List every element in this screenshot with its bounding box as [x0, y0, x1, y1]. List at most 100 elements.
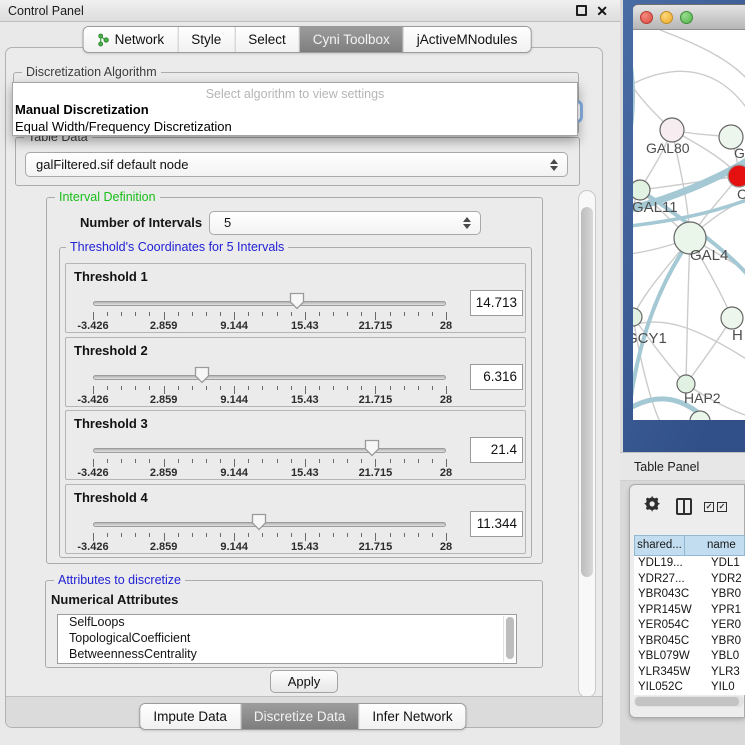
slider-thumb[interactable] [194, 366, 210, 384]
column-selector-icon[interactable] [676, 498, 692, 515]
table-row[interactable]: YPR145WYPR1 [634, 603, 745, 619]
minimize-traffic-light-icon[interactable] [660, 11, 673, 24]
node-gal80[interactable] [660, 118, 684, 142]
attribute-item[interactable]: BetweennessCentrality [58, 647, 516, 663]
table-row[interactable]: YBL079WYBL0 [634, 649, 745, 665]
number-of-intervals-combobox[interactable]: 5 [209, 211, 481, 235]
threshold-value-field[interactable]: 14.713 [470, 290, 523, 316]
tick-label: 2.859 [150, 394, 178, 406]
table-horizontal-scrollbar[interactable] [634, 696, 744, 707]
table-horizontal-scrollbar-thumb[interactable] [635, 697, 739, 706]
node-bottom-partial[interactable] [690, 411, 710, 420]
table-row[interactable]: YBR045CYBR0 [634, 634, 745, 650]
threshold-panel-3: Threshold 3-3.4262.8599.14415.4321.71528… [65, 410, 526, 480]
tick-mark [248, 386, 249, 390]
column-header-name[interactable]: name [685, 535, 745, 556]
gear-icon[interactable] [644, 496, 662, 514]
attribute-item[interactable]: TopologicalCoefficient [58, 631, 516, 647]
close-traffic-light-icon[interactable] [640, 11, 653, 24]
node-red-selected[interactable] [728, 165, 745, 187]
tick-mark [206, 533, 207, 537]
algorithm-option-equal-width[interactable]: Equal Width/Frequency Discretization [15, 119, 232, 134]
tick-mark [291, 312, 292, 316]
tab-impute-data[interactable]: Impute Data [140, 704, 240, 729]
tab-label: Infer Network [372, 704, 452, 729]
panel-scrollbar[interactable] [578, 190, 596, 698]
tick-label: 21.715 [359, 541, 393, 553]
column-header-shared-name[interactable]: shared... [634, 535, 685, 556]
tab-jactivemnodules[interactable]: jActiveMNodules [403, 27, 531, 52]
table-row[interactable]: YLR345WYLR3 [634, 665, 745, 681]
tick-label: -3.426 [77, 541, 108, 553]
tick-mark [220, 533, 221, 537]
tab-style[interactable]: Style [177, 27, 234, 52]
attribute-item[interactable]: SelfLoops [58, 615, 516, 631]
panel-scrollbar-thumb[interactable] [581, 207, 593, 577]
slider-track[interactable] [93, 448, 446, 453]
table-row[interactable]: YDR27...YDR2 [634, 572, 745, 588]
thresholds-group-title: Threshold's Coordinates for 5 Intervals [66, 240, 288, 254]
tick-mark [305, 386, 306, 394]
tick-mark [432, 312, 433, 316]
table-data-combobox[interactable]: galFiltered.sif default node [25, 152, 568, 177]
tab-select[interactable]: Select [234, 27, 299, 52]
table-row[interactable]: YBR043CYBR0 [634, 587, 745, 603]
slider-track[interactable] [93, 375, 446, 380]
slider-thumb[interactable] [289, 292, 305, 310]
checkbox-icon[interactable]: ✓ [704, 502, 714, 512]
node-gal11[interactable] [633, 180, 650, 200]
attributes-scrollbar[interactable] [503, 616, 515, 662]
bottom-tab-bar: Impute Data Discretize Data Infer Network [139, 703, 466, 730]
algorithm-option-manual[interactable]: Manual Discretization [15, 102, 149, 117]
tab-network[interactable]: Network [84, 27, 178, 52]
attributes-scrollbar-thumb[interactable] [506, 617, 514, 659]
tick-mark [375, 312, 376, 320]
tab-discretize-data[interactable]: Discretize Data [240, 704, 359, 729]
slider-ticks [93, 312, 446, 320]
threshold-value-field[interactable]: 21.4 [470, 437, 523, 463]
network-window-titlebar[interactable] [633, 4, 745, 30]
node-label: H [732, 327, 743, 344]
tick-mark [404, 386, 405, 390]
tick-mark [347, 386, 348, 390]
tab-cyni-toolbox[interactable]: Cyni Toolbox [299, 27, 403, 52]
zoom-traffic-light-icon[interactable] [680, 11, 693, 24]
network-canvas[interactable]: GAL80 GA C GAL11 GAL4 GCY1 H HAP2 [633, 30, 745, 420]
tick-mark [404, 533, 405, 537]
tab-infer-network[interactable]: Infer Network [358, 704, 465, 729]
threshold-value-field[interactable]: 11.344 [470, 511, 523, 537]
threshold-value-field[interactable]: 6.316 [470, 364, 523, 390]
tick-mark [277, 312, 278, 316]
slider-track[interactable] [93, 301, 446, 306]
close-icon[interactable]: ✕ [596, 2, 608, 20]
tick-label: 9.144 [220, 394, 248, 406]
tick-mark [262, 533, 263, 537]
slider-tick-labels: -3.4262.8599.14415.4321.71528 [93, 541, 446, 553]
table-body[interactable]: YDL19...YDL1YDR27...YDR2YBR043CYBR0YPR14… [634, 556, 745, 695]
table-row[interactable]: YER054CYER0 [634, 618, 745, 634]
tick-label: 21.715 [359, 394, 393, 406]
tick-mark [333, 459, 334, 463]
top-tab-bar: NetworkStyleSelectCyni ToolboxjActiveMNo… [83, 26, 532, 53]
float-window-icon[interactable] [576, 5, 587, 16]
slider-thumb[interactable] [364, 439, 380, 457]
node-right-mid[interactable] [721, 307, 743, 329]
tick-mark [333, 533, 334, 537]
tick-mark [107, 533, 108, 537]
table-row[interactable]: YIL052CYIL0 [634, 680, 745, 695]
checkbox-icon[interactable]: ✓ [717, 502, 727, 512]
cell-shared-name: YBL079W [634, 649, 711, 665]
numerical-attributes-list[interactable]: SelfLoopsTopologicalCoefficientBetweenne… [57, 614, 517, 664]
tick-mark [149, 459, 150, 463]
table-row[interactable]: YDL19...YDL1 [634, 556, 745, 572]
cell-shared-name: YBR043C [634, 587, 711, 603]
table-panel-title: Table Panel [634, 453, 699, 481]
tick-label: 9.144 [220, 320, 248, 332]
slider-track[interactable] [93, 522, 446, 527]
tick-mark [149, 312, 150, 316]
slider-thumb[interactable] [251, 513, 267, 531]
tab-label: Impute Data [153, 704, 227, 729]
tick-mark [390, 386, 391, 390]
apply-button[interactable]: Apply [270, 670, 338, 693]
tick-mark [149, 533, 150, 537]
